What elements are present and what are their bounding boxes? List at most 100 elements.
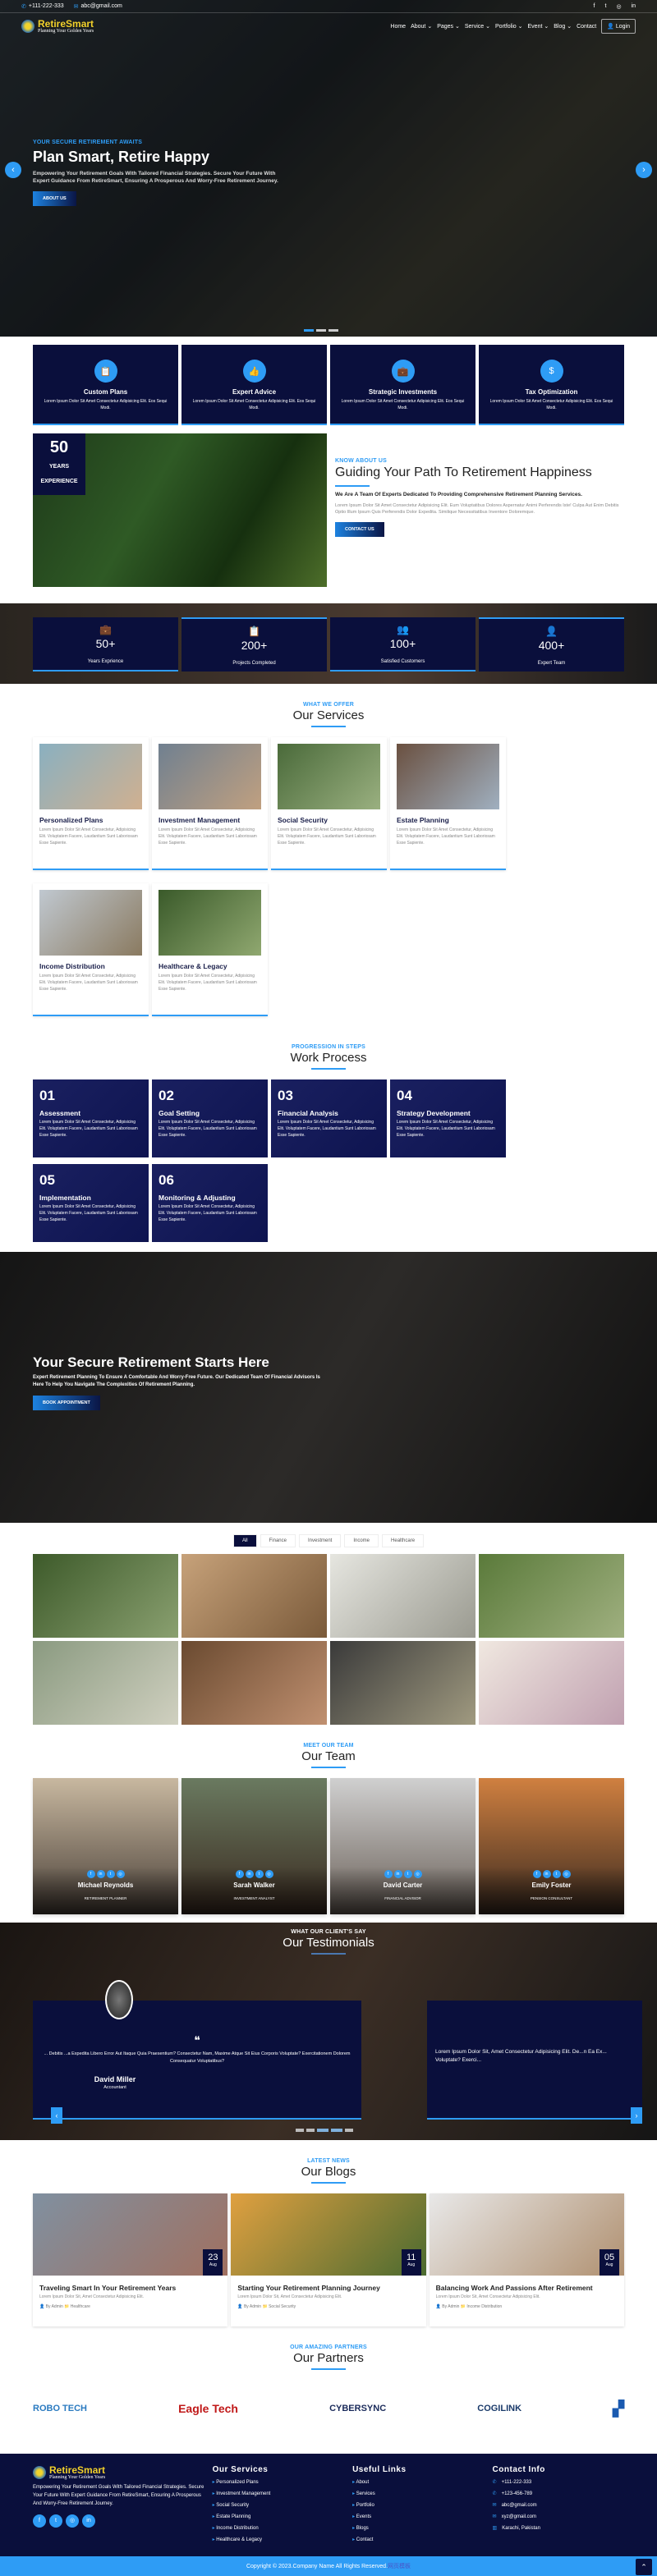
slider-dot[interactable] [328,329,338,332]
footer-service-link[interactable]: Investment Management [213,2491,344,2496]
twitter-icon[interactable]: t [403,1870,412,1878]
portfolio-image[interactable] [330,1641,476,1725]
service-card[interactable]: Estate Planning Lorem Ipsum Dolor Sit Ame… [390,737,506,870]
linkedin-icon[interactable]: in [542,1870,551,1878]
slider-dot[interactable] [304,329,314,332]
linkedin-icon[interactable]: in [245,1870,254,1878]
blog-card[interactable]: 05 Aug Balancing Work And Passions After R… [429,2193,624,2326]
portfolio-image[interactable] [181,1554,327,1638]
slider-dot[interactable] [316,329,326,332]
portfolio-image[interactable] [33,1641,178,1725]
facebook-icon[interactable]: f [235,1870,244,1878]
facebook-icon[interactable]: f [594,3,595,10]
portfolio-image[interactable] [479,1554,624,1638]
nav-contact[interactable]: Contact [577,24,596,30]
service-card[interactable]: Investment Management Lorem Ipsum Dolor S… [152,737,268,870]
slider-dot[interactable] [296,2129,304,2132]
nav-about[interactable]: About ⌄ [411,23,432,30]
portfolio-image[interactable] [181,1641,327,1725]
step-title: Financial Analysis [278,1109,338,1117]
twitter-icon[interactable]: t [49,2514,62,2528]
slider-dot[interactable] [317,2129,328,2132]
instagram-icon[interactable]: ◎ [413,1870,422,1878]
linkedin-icon[interactable]: in [82,2514,95,2528]
hero-prev-button[interactable]: ‹ [5,162,21,178]
nav-portfolio[interactable]: Portfolio ⌄ [495,23,523,30]
footer-useful-link[interactable]: Events [352,2514,484,2519]
blog-title[interactable]: Balancing Work And Passions After Retire… [436,2284,618,2292]
footer-service-link[interactable]: Personalized Plans [213,2479,344,2485]
twitter-icon[interactable]: t [255,1870,264,1878]
linkedin-icon[interactable]: in [632,3,636,10]
tab-investment[interactable]: Investment [298,1534,342,1547]
testimonial-next-button[interactable]: › [631,2107,642,2124]
about-us-button[interactable]: ABOUT US [33,191,76,206]
footer-links-list: About Services Portfolio Events Blogs Contact [352,2479,484,2542]
instagram-icon[interactable]: ◎ [616,3,621,10]
portfolio-image[interactable] [479,1641,624,1725]
partner-logo[interactable]: CYBERSYNC [329,2404,386,2413]
footer-service-link[interactable]: Income Distribution [213,2525,344,2531]
partner-logo[interactable]: Eagle Tech [178,2402,238,2415]
partner-logo[interactable]: ROBO TECH [33,2404,87,2413]
blog-category[interactable]: Income Distribution [466,2304,502,2309]
footer-service-link[interactable]: Estate Planning [213,2514,344,2519]
blog-title[interactable]: Traveling Smart In Your Retirement Years [39,2284,221,2292]
footer-useful-link[interactable]: Contact [352,2537,484,2542]
nav-service[interactable]: Service ⌄ [465,23,490,30]
twitter-icon[interactable]: t [106,1870,115,1878]
blog-category[interactable]: Healthcare [71,2304,90,2309]
facebook-icon[interactable]: f [33,2514,46,2528]
nav-home[interactable]: Home [390,24,406,30]
nav-pages[interactable]: Pages ⌄ [437,23,460,30]
footer-logo[interactable]: RetireSmart Planning Your Golden Years [33,2465,204,2480]
footer-useful-link[interactable]: About [352,2479,484,2485]
twitter-icon[interactable]: t [604,3,606,10]
blog-title[interactable]: Starting Your Retirement Planning Journe… [237,2284,419,2292]
partner-logo-icon[interactable]: ▞ [613,2400,624,2418]
instagram-icon[interactable]: ◎ [264,1870,273,1878]
blog-card[interactable]: 23 Aug Traveling Smart In Your Retirement … [33,2193,228,2326]
service-card[interactable]: Social Security Lorem Ipsum Dolor Sit Ame… [271,737,387,870]
copyright-link[interactable]: 网页模板 [388,2564,411,2569]
logo[interactable]: RetireSmart Planning Your Golden Years [21,19,94,34]
portfolio-image[interactable] [33,1554,178,1638]
back-to-top-button[interactable]: ⌃ [636,2559,652,2575]
slider-dot[interactable] [345,2129,353,2132]
nav-event[interactable]: Event ⌄ [528,23,549,30]
facebook-icon[interactable]: f [384,1870,393,1878]
footer-service-link[interactable]: Social Security [213,2502,344,2508]
slider-dot[interactable] [331,2129,342,2132]
slider-dot[interactable] [306,2129,315,2132]
login-button[interactable]: 👤 Login [601,19,636,34]
footer-useful-link[interactable]: Portfolio [352,2502,484,2508]
facebook-icon[interactable]: f [86,1870,95,1878]
service-card[interactable]: Income Distribution Lorem Ipsum Dolor Sit… [33,883,149,1016]
footer-service-link[interactable]: Healthcare & Legacy [213,2537,344,2542]
testimonial-prev-button[interactable]: ‹ [51,2107,62,2124]
nav-blog[interactable]: Blog ⌄ [554,23,572,30]
tab-income[interactable]: Income [344,1534,379,1547]
facebook-icon[interactable]: f [532,1870,541,1878]
footer-useful-link[interactable]: Blogs [352,2525,484,2531]
tab-all[interactable]: All [232,1534,257,1547]
blog-card[interactable]: 11 Aug Starting Your Retirement Planning J… [231,2193,426,2326]
partner-logo[interactable]: COGILINK [477,2404,521,2413]
twitter-icon[interactable]: t [552,1870,561,1878]
service-card[interactable]: Personalized Plans Lorem Ipsum Dolor Sit … [33,737,149,870]
instagram-icon[interactable]: ◎ [66,2514,79,2528]
instagram-icon[interactable]: ◎ [562,1870,571,1878]
footer-useful-link[interactable]: Services [352,2491,484,2496]
book-appointment-button[interactable]: BOOK APPOINTMENT [33,1396,100,1410]
instagram-icon[interactable]: ◎ [116,1870,125,1878]
portfolio-image[interactable] [330,1554,476,1638]
hero-next-button[interactable]: › [636,162,652,178]
linkedin-icon[interactable]: in [96,1870,105,1878]
linkedin-icon[interactable]: in [393,1870,402,1878]
blog-category[interactable]: Social Security [269,2304,296,2309]
contact-us-button[interactable]: CONTACT US [335,522,384,537]
phone-icon: ✆ [21,3,26,10]
tab-finance[interactable]: Finance [260,1534,296,1547]
service-card[interactable]: Healthcare & Legacy Lorem Ipsum Dolor Sit… [152,883,268,1016]
tab-healthcare[interactable]: Healthcare [382,1534,425,1547]
